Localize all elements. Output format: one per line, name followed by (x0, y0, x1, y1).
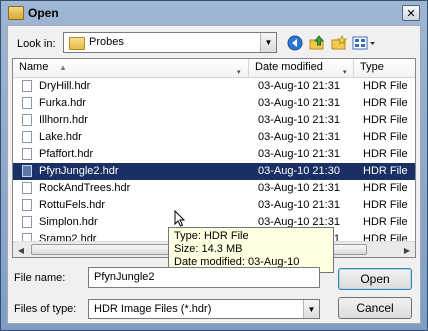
mouse-pointer-icon (174, 210, 186, 227)
scroll-right-icon[interactable]: ▶ (399, 242, 415, 257)
file-icon (22, 131, 32, 143)
dialog-body: Look in: Probes ▼ Name ▲ ▾ Date modified… (7, 25, 421, 324)
file-type-cell: HDR File (363, 114, 408, 126)
file-row[interactable]: RockAndTrees.hdr 03-Aug-10 21:31 HDR File (13, 180, 415, 197)
file-date-cell: 03-Aug-10 21:31 (258, 148, 340, 160)
open-button-label: Open (360, 272, 390, 286)
file-date-cell: 03-Aug-10 21:31 (258, 131, 340, 143)
file-type-cell: HDR File (363, 148, 408, 160)
lookin-label: Look in: (17, 38, 56, 50)
filename-input[interactable]: PfynJungle2 (88, 267, 320, 288)
file-icon (22, 216, 32, 228)
file-date-cell: 03-Aug-10 21:31 (258, 199, 340, 211)
file-row[interactable]: Pfaffort.hdr 03-Aug-10 21:31 HDR File (13, 146, 415, 163)
back-arrow-icon (287, 35, 303, 50)
file-type-cell: HDR File (363, 216, 408, 228)
lookin-dropdown[interactable]: Probes ▼ (63, 32, 277, 53)
filetype-dropdown[interactable]: HDR Image Files (*.hdr) ▼ (88, 299, 320, 319)
file-type-cell: HDR File (363, 80, 408, 92)
file-type-cell: HDR File (363, 182, 408, 194)
file-icon (22, 148, 32, 160)
lookin-value: Probes (89, 36, 124, 48)
dialog-title: Open (28, 6, 59, 20)
close-icon: ✕ (406, 7, 416, 20)
views-icon (352, 36, 375, 49)
up-folder-button[interactable] (307, 33, 327, 52)
views-menu-button[interactable] (351, 33, 377, 52)
filetype-value: HDR Image Files (*.hdr) (94, 303, 212, 315)
folder-icon (8, 6, 24, 20)
open-button[interactable]: Open (338, 268, 412, 290)
file-type-cell: HDR File (363, 199, 408, 211)
filename-value: PfynJungle2 (94, 271, 155, 283)
tooltip-size: Size: 14.3 MB (174, 243, 243, 255)
file-type-cell: HDR File (363, 97, 408, 109)
file-name-cell: Furka.hdr (39, 97, 87, 109)
file-name-cell: Pfaffort.hdr (39, 148, 94, 160)
filename-label: File name: (14, 272, 66, 284)
file-date-cell: 03-Aug-10 21:31 (258, 97, 340, 109)
file-icon (22, 97, 32, 109)
title-bar[interactable]: Open ✕ (2, 2, 426, 24)
file-type-cell: HDR File (363, 131, 408, 143)
column-name-label: Name (19, 61, 49, 73)
new-folder-icon (331, 34, 347, 49)
file-name-cell: Simplon.hdr (39, 216, 98, 228)
file-date-cell: 03-Aug-10 21:31 (258, 80, 340, 92)
column-header-date[interactable]: Date modified ▾ (249, 59, 354, 77)
column-header-type[interactable]: Type (354, 59, 415, 77)
close-button[interactable]: ✕ (402, 5, 420, 21)
list-header: Name ▲ ▾ Date modified ▾ Type (13, 59, 415, 78)
back-button[interactable] (285, 33, 305, 52)
file-type-cell: HDR File (363, 165, 408, 177)
up-folder-icon (309, 34, 325, 49)
scroll-left-icon[interactable]: ◀ (13, 242, 29, 257)
chevron-down-icon[interactable]: ▼ (260, 33, 276, 52)
new-folder-button[interactable] (329, 33, 349, 52)
file-icon (22, 182, 32, 194)
file-row[interactable]: Lake.hdr 03-Aug-10 21:31 HDR File (13, 129, 415, 146)
folder-icon (69, 37, 85, 50)
open-dialog: Open ✕ Look in: Probes ▼ Name ▲ ▾ Date m… (0, 0, 428, 331)
file-name-cell: DryHill.hdr (39, 80, 91, 92)
column-date-label: Date modified (255, 61, 323, 73)
file-row[interactable]: Furka.hdr 03-Aug-10 21:31 HDR File (13, 95, 415, 112)
file-name-cell: PfynJungle2.hdr (39, 165, 119, 177)
file-row[interactable]: Illhorn.hdr 03-Aug-10 21:31 HDR File (13, 112, 415, 129)
file-icon (22, 165, 32, 177)
file-date-cell: 03-Aug-10 21:31 (258, 182, 340, 194)
file-date-cell: 03-Aug-10 21:31 (258, 114, 340, 126)
file-name-cell: RockAndTrees.hdr (39, 182, 131, 194)
file-name-cell: RottuFels.hdr (39, 199, 106, 211)
file-icon (22, 114, 32, 126)
tooltip-type: Type: HDR File (174, 230, 249, 242)
file-rows: DryHill.hdr 03-Aug-10 21:31 HDR File Furka.… (13, 78, 415, 248)
file-name-cell: Lake.hdr (39, 131, 82, 143)
file-icon (22, 199, 32, 211)
file-icon (22, 80, 32, 92)
file-row[interactable]: DryHill.hdr 03-Aug-10 21:31 HDR File (13, 78, 415, 95)
filetype-label: Files of type: (14, 303, 77, 315)
file-row[interactable]: PfynJungle2.hdr 03-Aug-10 21:30 HDR File (13, 163, 415, 180)
chevron-down-icon[interactable]: ▼ (303, 300, 319, 318)
file-row[interactable]: RottuFels.hdr 03-Aug-10 21:31 HDR File (13, 197, 415, 214)
cancel-button-label: Cancel (356, 301, 394, 315)
file-name-cell: Illhorn.hdr (39, 114, 88, 126)
column-header-name[interactable]: Name ▲ ▾ (13, 59, 249, 77)
sort-ascending-icon: ▲ (59, 63, 67, 72)
cancel-button[interactable]: Cancel (338, 297, 412, 319)
column-type-label: Type (360, 61, 384, 73)
file-date-cell: 03-Aug-10 21:30 (258, 165, 340, 177)
